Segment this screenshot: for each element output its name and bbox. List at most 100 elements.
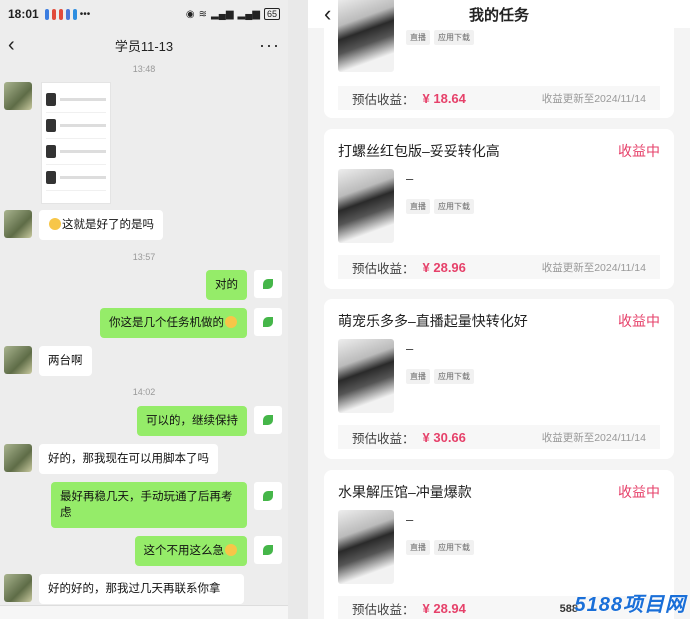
task-tags: 直播 应用下载 [406, 369, 474, 384]
message-incoming: 两台啊 [4, 346, 92, 376]
earnings-label: 预估收益： [352, 431, 415, 446]
task-thumbnail [338, 339, 394, 413]
status-bar: 18:01 ••• ◉ ≋ ▂▄▆ ▂▄▆ 65 [0, 0, 288, 28]
update-date: 收益更新至2024/11/14 [541, 92, 646, 105]
screenshot-image[interactable] [41, 82, 111, 204]
task-subtitle: – [406, 171, 414, 186]
message-incoming: 好的，那我现在可以用脚本了吗 [4, 444, 218, 474]
signal-icon: ▂▄▆ [237, 8, 260, 20]
task-tag: 应用下载 [434, 540, 474, 555]
avatar-self[interactable] [254, 406, 282, 434]
chat-header: ‹ 学员11-13 ··· [0, 28, 288, 62]
task-name: 打螺丝红包版–妥妥转化高 [338, 143, 500, 159]
earnings-label: 预估收益： [352, 261, 415, 276]
task-card[interactable]: 直播 应用下载 预估收益： ¥ 18.64 收益更新至2024/11/14 [324, 0, 674, 118]
task-tags: 直播 应用下载 [406, 199, 474, 214]
battery-icon: 65 [263, 8, 280, 20]
signal-icon: ▂▄▆ [211, 8, 234, 20]
task-name: 萌宠乐多多–直播起量快转化好 [338, 313, 528, 329]
app-notification-icon [65, 8, 70, 20]
chat-title: 学员11-13 [114, 38, 174, 54]
earnings-label: 预估收益： [352, 602, 415, 617]
message-outgoing: 最好再稳几天，手动玩通了后再考虑 [51, 482, 282, 528]
more-icon[interactable]: ··· [259, 35, 280, 56]
task-tag: 直播 [406, 540, 430, 555]
timestamp: 13:48 [132, 64, 156, 74]
message-bubble[interactable]: 好的，那我现在可以用脚本了吗 [39, 444, 218, 474]
avatar-self[interactable] [254, 482, 282, 510]
watermark-logo: 5188项目网 [574, 594, 686, 616]
grin-emoji-icon [49, 218, 61, 230]
update-date: 收益更新至2024/11/14 [541, 261, 646, 274]
message-bubble[interactable]: 两台啊 [39, 346, 92, 376]
task-thumbnail [338, 169, 394, 243]
timestamp: 14:02 [132, 387, 156, 397]
tasks-screen: ‹ 我的任务 直播 应用下载 预估收益： ¥ 18.64 收益更新至2024/1… [308, 0, 690, 619]
more-notifications-icon: ••• [79, 8, 91, 20]
app-notification-icon [58, 8, 63, 20]
avatar[interactable] [4, 82, 32, 110]
input-bar[interactable] [0, 605, 288, 619]
divider [288, 0, 308, 619]
message-outgoing: 对的 [206, 270, 282, 300]
message-incoming: 好的好的，那我过几天再联系你拿 [4, 574, 244, 604]
message-bubble[interactable]: 这个不用这么急 [134, 536, 247, 566]
earnings-row: 预估收益： ¥ 28.96 收益更新至2024/11/14 [338, 255, 660, 279]
blush-emoji-icon [225, 316, 237, 328]
task-subtitle: – [406, 341, 414, 356]
task-status: 收益中 [618, 484, 660, 500]
alarm-icon: ◉ [185, 8, 195, 20]
earnings-amount: ¥ 18.64 [422, 90, 466, 106]
earnings-row: 预估收益： ¥ 18.64 收益更新至2024/11/14 [338, 86, 660, 110]
avatar[interactable] [4, 210, 32, 238]
message-bubble[interactable]: 可以的，继续保持 [137, 406, 247, 436]
status-time: 18:01 [8, 7, 39, 21]
sweat-emoji-icon [225, 544, 237, 556]
message-bubble[interactable]: 你这是几个任务机做的 [100, 308, 247, 338]
task-tag: 应用下载 [434, 30, 474, 45]
message-incoming-image [4, 82, 111, 204]
task-status: 收益中 [618, 313, 660, 329]
earnings-label: 预估收益： [352, 92, 415, 107]
task-subtitle: – [406, 512, 414, 527]
update-date: 收益更新至2024/11/14 [541, 431, 646, 444]
timestamp: 13:57 [132, 252, 156, 262]
message-bubble[interactable]: 最好再稳几天，手动玩通了后再考虑 [51, 482, 247, 528]
wifi-icon: ≋ [198, 8, 208, 20]
message-outgoing: 可以的，继续保持 [137, 406, 282, 436]
task-thumbnail [338, 510, 394, 584]
app-notification-icon [72, 8, 77, 20]
back-icon[interactable]: ‹ [324, 1, 331, 27]
chat-screen: 18:01 ••• ◉ ≋ ▂▄▆ ▂▄▆ 65 ‹ 学员11-13 ··· 1… [0, 0, 288, 619]
task-card[interactable]: 萌宠乐多多–直播起量快转化好 收益中 – 直播 应用下载 预估收益： ¥ 30.… [324, 299, 674, 459]
avatar[interactable] [4, 574, 32, 602]
task-tag: 直播 [406, 30, 430, 45]
earnings-row: 预估收益： ¥ 30.66 收益更新至2024/11/14 [338, 425, 660, 449]
avatar-self[interactable] [254, 536, 282, 564]
avatar[interactable] [4, 444, 32, 472]
task-card[interactable]: 打螺丝红包版–妥妥转化高 收益中 – 直播 应用下载 预估收益： ¥ 28.96… [324, 129, 674, 289]
task-tag: 直播 [406, 199, 430, 214]
app-notification-icon [51, 8, 56, 20]
message-bubble[interactable]: 好的好的，那我过几天再联系你拿 [39, 574, 244, 604]
message-outgoing: 这个不用这么急 [134, 536, 282, 566]
earnings-amount: ¥ 30.66 [422, 429, 466, 445]
app-notification-icon [44, 8, 49, 20]
task-status: 收益中 [618, 143, 660, 159]
back-icon[interactable]: ‹ [8, 34, 28, 57]
avatar-self[interactable] [254, 308, 282, 336]
earnings-amount: ¥ 28.96 [422, 259, 466, 275]
task-tags: 直播 应用下载 [406, 540, 474, 555]
task-tag: 应用下载 [434, 369, 474, 384]
task-name: 水果解压馆–冲量爆款 [338, 484, 472, 500]
avatar[interactable] [4, 346, 32, 374]
avatar-self[interactable] [254, 270, 282, 298]
message-bubble[interactable]: 这就是好了的是吗 [39, 210, 163, 240]
message-outgoing: 你这是几个任务机做的 [100, 308, 282, 338]
message-incoming: 这就是好了的是吗 [4, 210, 163, 240]
message-bubble[interactable]: 对的 [206, 270, 247, 300]
earnings-amount: ¥ 28.94 [422, 600, 466, 616]
task-tag: 直播 [406, 369, 430, 384]
task-tags: 直播 应用下载 [406, 30, 474, 45]
task-thumbnail [338, 0, 394, 72]
